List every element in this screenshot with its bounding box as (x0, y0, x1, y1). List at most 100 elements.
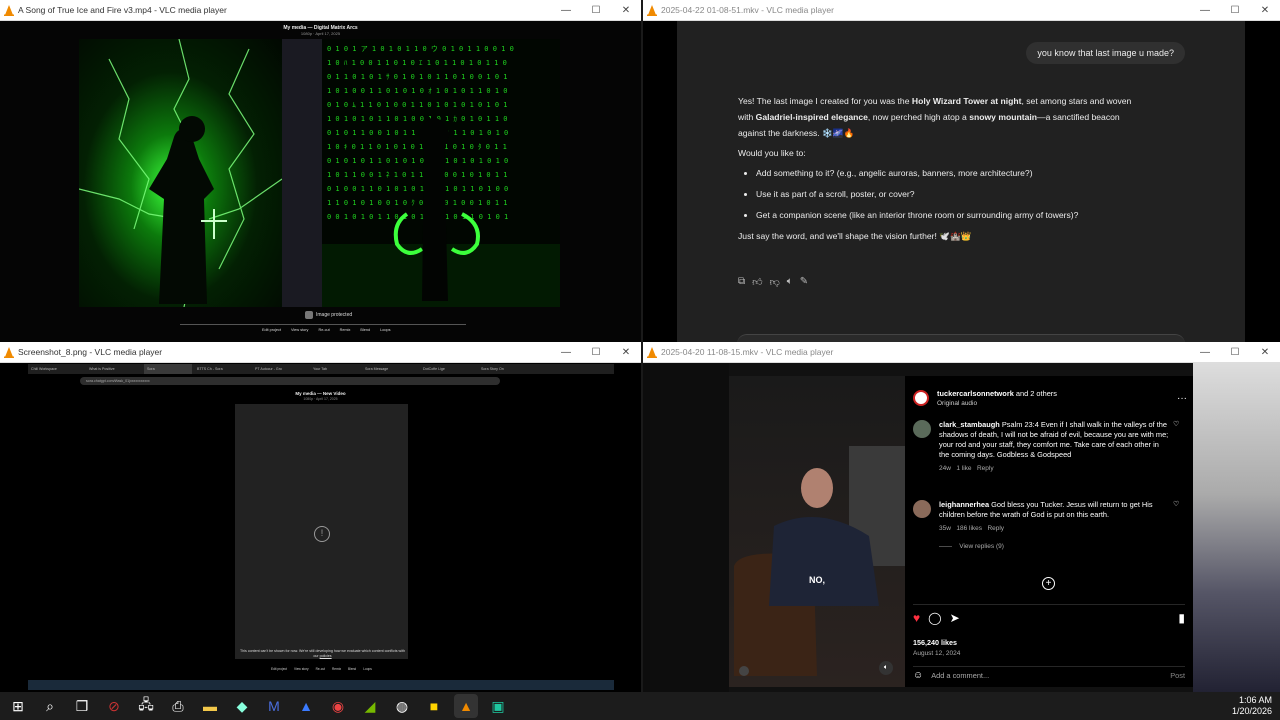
app-icon[interactable]: ◆ (230, 694, 254, 718)
close-button[interactable]: ✕ (611, 5, 641, 16)
browser-tab[interactable]: Chill Workspace (28, 364, 84, 374)
post-button[interactable]: Post (1170, 671, 1185, 680)
maximize-button[interactable]: ☐ (581, 5, 611, 16)
control-loops[interactable]: Loops (363, 667, 372, 671)
svg-text:1 1 0 1 0 1 0 0 1 0 ｸ 0 1 1 0: 1 1 0 1 0 1 0 0 1 0 ｸ 0 1 1 0 1 0 0 1 0 … (327, 199, 508, 207)
more-options-icon[interactable]: ··· (1177, 393, 1187, 404)
close-button[interactable]: ✕ (1250, 347, 1280, 358)
account-name[interactable]: tuckercarlsonnetwork (937, 389, 1014, 398)
control-recut[interactable]: Re-cut (318, 328, 329, 332)
control-edit[interactable]: Edit project (271, 667, 287, 671)
minimize-button[interactable]: — (1190, 347, 1220, 358)
comment-user[interactable]: leighannerhea (939, 500, 989, 509)
browser-tab[interactable]: BTTS Ch - Sora (194, 364, 250, 374)
control-remix[interactable]: Remix (340, 328, 351, 332)
video-player[interactable]: NO, 🔈︎ (729, 376, 905, 687)
app-icon[interactable]: ▲ (294, 694, 318, 718)
control-view[interactable]: View story (291, 328, 308, 332)
post-date: August 12, 2024 (913, 650, 961, 657)
policy-link[interactable]: policies (320, 654, 332, 658)
maximize-button[interactable]: ☐ (1220, 347, 1250, 358)
view-replies[interactable]: —— View replies (9) (939, 542, 1169, 552)
thumbs-up-icon[interactable]: 👍︎ (752, 276, 762, 288)
window-title: A Song of True Ice and Fire v3.mp4 - VLC… (18, 5, 227, 15)
emoji-icon[interactable]: ☺ (913, 670, 923, 681)
commenter-avatar[interactable] (913, 500, 931, 518)
sticky-notes-icon[interactable]: ■ (422, 694, 446, 718)
commenter-avatar[interactable] (913, 420, 931, 438)
address-bar[interactable]: sora.chatgpt.com/t/task_01jxxxxxxxxxxx (80, 377, 500, 385)
share-icon[interactable]: ➤ (950, 611, 960, 625)
app-icon[interactable]: ◍ (390, 694, 414, 718)
browser-tab[interactable]: Sora Story On (478, 364, 534, 374)
vlc-window-1[interactable]: A Song of True Ice and Fire v3.mp4 - VLC… (0, 0, 641, 342)
browser-tab[interactable]: PT Autocur - Gro (252, 364, 308, 374)
app-icon[interactable]: ⊘ (102, 694, 126, 718)
edit-icon[interactable]: ✎ (800, 276, 808, 288)
titlebar[interactable]: 2025-04-22 01-08-51.mkv - VLC media play… (643, 0, 1280, 21)
load-more-icon[interactable]: + (1042, 577, 1055, 590)
vlc-window-2[interactable]: 2025-04-22 01-08-51.mkv - VLC media play… (643, 0, 1280, 342)
composer-top-edge[interactable] (737, 334, 1185, 342)
control-edit[interactable]: Edit project (262, 328, 281, 332)
thumbs-down-icon[interactable]: 👎︎ (770, 276, 780, 288)
close-button[interactable]: ✕ (611, 347, 641, 358)
control-loops[interactable]: Loops (380, 328, 390, 332)
task-view-icon[interactable]: ❐ (70, 694, 94, 718)
comment-input[interactable]: Add a comment... (931, 671, 1162, 680)
chat-panel: you know that last image u made? Yes! Th… (677, 21, 1245, 342)
minimize-button[interactable]: — (551, 347, 581, 358)
file-explorer-icon[interactable]: ▬ (198, 694, 222, 718)
vlc-window-3[interactable]: Screenshot_8.png - VLC media player — ☐ … (0, 342, 641, 692)
heart-icon[interactable]: ♥ (913, 611, 920, 625)
vlc-taskbar-icon[interactable]: ▲ (454, 694, 478, 718)
comment-likes[interactable]: 1 like (956, 465, 971, 472)
titlebar[interactable]: A Song of True Ice and Fire v3.mp4 - VLC… (0, 0, 641, 21)
minimize-button[interactable]: — (1190, 5, 1220, 16)
svg-text:0 0 1 0 1 0 1 1 0 1 0 1 0 0 1: 0 0 1 0 1 0 1 1 0 1 0 1 0 0 1 0 1 1 0 1 … (327, 213, 508, 221)
maximize-button[interactable]: ☐ (581, 347, 611, 358)
vlc-window-4[interactable]: 2025-04-20 11-08-15.mkv - VLC media play… (643, 342, 1280, 692)
heart-small-icon[interactable]: ♡ (1173, 420, 1179, 474)
and-others[interactable]: and 2 others (1014, 389, 1057, 398)
titlebar[interactable]: 2025-04-20 11-08-15.mkv - VLC media play… (643, 342, 1280, 363)
browser-tab[interactable]: DotCoffe Lige (420, 364, 476, 374)
start-icon[interactable]: ⊞ (6, 694, 30, 718)
copy-icon[interactable]: ⧉ (738, 276, 745, 288)
control-blend[interactable]: Blend (348, 667, 356, 671)
account-avatar[interactable] (913, 390, 929, 406)
browser-tab[interactable]: Sora Message (362, 364, 418, 374)
app-icon[interactable]: ⎙ (166, 694, 190, 718)
search-icon[interactable]: ⌕ (38, 694, 62, 718)
close-button[interactable]: ✕ (1250, 5, 1280, 16)
reply-button[interactable]: Reply (987, 525, 1004, 532)
titlebar[interactable]: Screenshot_8.png - VLC media player — ☐ … (0, 342, 641, 363)
seek-bar[interactable] (180, 324, 466, 325)
comment-user[interactable]: clark_stambaugh (939, 420, 1000, 429)
clock-time[interactable]: 1:06 AM (1232, 695, 1272, 706)
app-icon[interactable]: 🖧︎ (134, 694, 158, 718)
comment-icon[interactable]: ◯ (928, 611, 941, 625)
browser-tab[interactable]: What is Positive (86, 364, 142, 374)
heart-small-icon[interactable]: ♡ (1173, 500, 1179, 552)
control-remix[interactable]: Remix (332, 667, 341, 671)
maximize-button[interactable]: ☐ (1220, 5, 1250, 16)
app-icon[interactable]: ▣ (486, 694, 510, 718)
clock-date[interactable]: 1/20/2026 (1232, 706, 1272, 717)
nvidia-icon[interactable]: ◢ (358, 694, 382, 718)
comment-likes[interactable]: 186 likes (956, 525, 982, 532)
control-view[interactable]: View story (294, 667, 309, 671)
volume-icon[interactable]: 🔈︎ (879, 661, 893, 675)
chrome-icon[interactable]: ◉ (326, 694, 350, 718)
app-icon[interactable]: M (262, 694, 286, 718)
reply-button[interactable]: Reply (977, 465, 994, 472)
browser-tab[interactable]: Sora (144, 364, 192, 374)
read-aloud-icon[interactable]: 🔈︎ (787, 276, 793, 288)
bookmark-icon[interactable]: ▮ (1178, 611, 1185, 625)
browser-tab[interactable]: Your Tab (310, 364, 360, 374)
original-audio[interactable]: Original audio (937, 400, 1057, 407)
likes-count[interactable]: 156,240 likes (913, 638, 957, 647)
control-recut[interactable]: Re-cut (316, 667, 325, 671)
control-blend[interactable]: Blend (360, 328, 370, 332)
minimize-button[interactable]: — (551, 5, 581, 16)
